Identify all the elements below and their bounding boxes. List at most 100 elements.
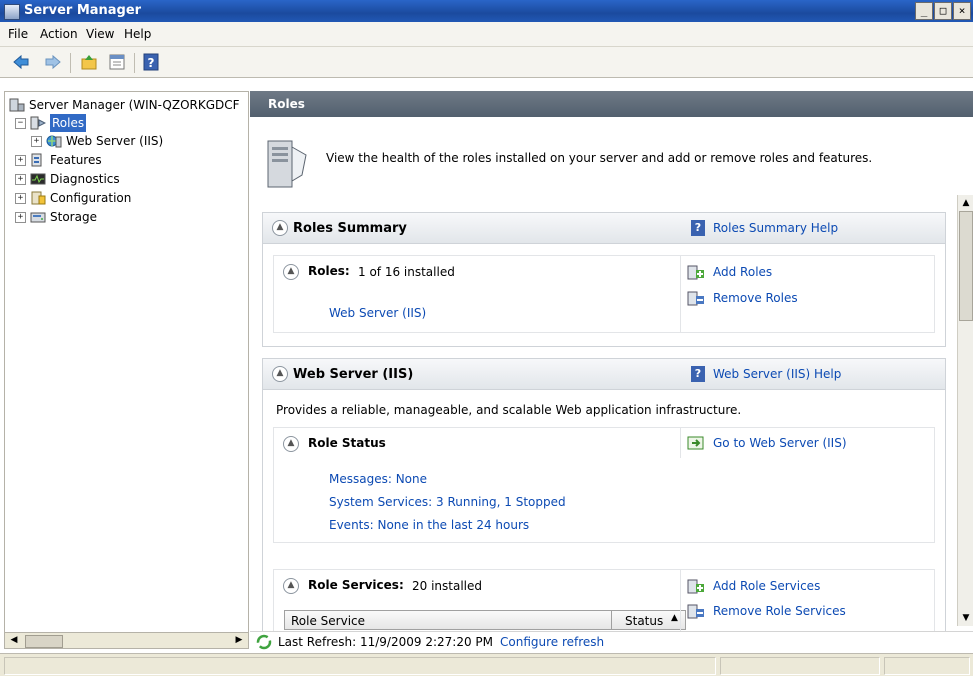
toolbar-separator (134, 53, 135, 73)
tree-item-server-manager[interactable]: Server Manager (WIN-QZORKGDCF (9, 96, 240, 114)
go-to-web-server-action[interactable]: Go to Web Server (IIS) (687, 435, 847, 451)
server-manager-icon (9, 98, 25, 112)
intro-text: View the health of the roles installed o… (326, 151, 873, 165)
toolbar: ? (0, 47, 973, 78)
remove-roles-action[interactable]: Remove Roles (687, 290, 798, 306)
last-refresh-text: Last Refresh: 11/9/2009 2:27:20 PM (278, 635, 493, 649)
menu-bar: File Action View Help (0, 22, 973, 47)
messages-link[interactable]: Messages: None (329, 472, 427, 486)
configure-refresh-link[interactable]: Configure refresh (500, 635, 604, 649)
add-role-services-link[interactable]: Add Role Services (713, 579, 820, 593)
add-role-services-icon (687, 579, 704, 594)
server-role-icon (267, 140, 307, 188)
refresh-icon (256, 634, 272, 650)
collapse-chevron-icon[interactable]: ▲ (272, 220, 288, 236)
events-link[interactable]: Events: None in the last 24 hours (329, 518, 529, 532)
roles-summary-title: Roles Summary (293, 221, 407, 236)
status-bar (0, 653, 973, 676)
system-services-link[interactable]: System Services: 3 Running, 1 Stopped (329, 495, 566, 509)
roles-subsection: ▲ Roles: 1 of 16 installed Web Server (I… (273, 255, 935, 333)
page-title: Roles (250, 91, 973, 117)
add-roles-link[interactable]: Add Roles (713, 265, 772, 279)
roles-details-pane: Roles View the health of the roles insta… (250, 91, 973, 631)
web-server-icon (46, 135, 62, 148)
column-status[interactable]: Status (625, 614, 663, 628)
scroll-left-icon[interactable]: ◀ (8, 635, 20, 646)
role-services-title: Role Services: (308, 578, 404, 592)
scroll-up-icon[interactable]: ▲ (960, 197, 972, 209)
scroll-right-icon[interactable]: ▶ (233, 635, 245, 646)
go-to-web-server-link[interactable]: Go to Web Server (IIS) (713, 436, 847, 450)
minimize-button[interactable]: _ (915, 2, 933, 20)
help-icon[interactable]: ? (691, 366, 705, 382)
scrollbar-thumb[interactable] (959, 211, 973, 321)
roles-summary-header: ▲ Roles Summary ? Roles Summary Help (263, 213, 945, 244)
remove-role-services-link[interactable]: Remove Role Services (713, 604, 846, 618)
up-folder-icon[interactable] (80, 53, 98, 71)
menu-file[interactable]: File (8, 27, 28, 41)
features-icon (31, 153, 42, 167)
add-roles-icon (687, 265, 704, 280)
role-status-subsection: ▲ Role Status Messages: None System Serv… (273, 427, 935, 543)
menu-view[interactable]: View (86, 27, 114, 41)
refresh-strip: Last Refresh: 11/9/2009 2:27:20 PM Confi… (250, 631, 973, 652)
toolbar-separator (70, 53, 71, 73)
remove-role-services-action[interactable]: Remove Role Services (687, 603, 846, 619)
collapse-chevron-icon[interactable]: ▲ (283, 436, 299, 452)
roles-summary-help-link[interactable]: Roles Summary Help (713, 221, 838, 235)
close-button[interactable]: × (953, 2, 971, 20)
column-role-service[interactable]: Role Service (291, 614, 365, 628)
title-bar: Server Manager _ □ × (0, 0, 973, 22)
installed-role-link[interactable]: Web Server (IIS) (329, 306, 426, 320)
tree-label-storage: Storage (50, 210, 97, 224)
roles-icon (30, 116, 46, 130)
collapse-chevron-icon[interactable]: ▲ (283, 264, 299, 280)
role-services-count: 20 installed (412, 579, 483, 593)
collapse-chevron-icon[interactable]: ▲ (283, 578, 299, 594)
role-services-table-header: Role Service Status ▲ (284, 610, 686, 630)
go-to-icon (687, 436, 704, 450)
tree-label-roles: Roles (50, 114, 87, 132)
scrollbar-thumb[interactable] (25, 635, 63, 648)
collapse-chevron-icon[interactable]: ▲ (272, 366, 288, 382)
collapse-icon[interactable]: − (15, 117, 26, 129)
help-icon[interactable]: ? (142, 53, 160, 71)
web-server-description: Provides a reliable, manageable, and sca… (276, 403, 742, 417)
tree-item-web-server[interactable]: + Web Server (IIS) (31, 132, 163, 150)
scroll-down-icon[interactable]: ▼ (960, 612, 972, 624)
maximize-button[interactable]: □ (934, 2, 952, 20)
details-vertical-scrollbar[interactable]: ▲ ▼ (957, 195, 973, 626)
expand-icon[interactable]: + (31, 135, 42, 147)
tree-label-web-server: Web Server (IIS) (66, 134, 164, 148)
sort-ascending-icon: ▲ (671, 613, 678, 623)
menu-action[interactable]: Action (40, 27, 78, 41)
roles-summary-section: ▲ Roles Summary ? Roles Summary Help ▲ R… (262, 212, 946, 347)
properties-icon[interactable] (108, 53, 126, 71)
back-arrow-icon[interactable] (12, 53, 30, 71)
expand-icon[interactable]: + (15, 192, 26, 204)
expand-icon[interactable]: + (15, 211, 26, 223)
tree-item-storage[interactable]: + Storage (15, 208, 97, 226)
help-icon[interactable]: ? (691, 220, 705, 236)
web-server-header: ▲ Web Server (IIS) ? Web Server (IIS) He… (263, 359, 945, 390)
roles-label: Roles: (308, 264, 350, 278)
menu-help[interactable]: Help (124, 27, 151, 41)
remove-role-services-icon (687, 604, 704, 619)
tree-item-diagnostics[interactable]: + Diagnostics (15, 170, 120, 188)
web-server-help-link[interactable]: Web Server (IIS) Help (713, 367, 841, 381)
tree-item-features[interactable]: + Features (15, 151, 102, 169)
remove-roles-link[interactable]: Remove Roles (713, 291, 798, 305)
intro-area: View the health of the roles installed o… (264, 131, 964, 201)
status-panel (884, 657, 970, 675)
add-role-services-action[interactable]: Add Role Services (687, 578, 820, 594)
forward-arrow-icon[interactable] (44, 53, 62, 71)
tree-item-configuration[interactable]: + Configuration (15, 189, 131, 207)
expand-icon[interactable]: + (15, 173, 26, 185)
add-roles-action[interactable]: Add Roles (687, 264, 772, 280)
tree-label-features: Features (50, 153, 102, 167)
tree-horizontal-scrollbar[interactable]: ◀ ▶ (4, 632, 249, 649)
expand-icon[interactable]: + (15, 154, 26, 166)
status-panel (4, 657, 716, 675)
svg-text:?: ? (148, 56, 155, 70)
tree-item-roles[interactable]: − Roles (15, 114, 87, 132)
